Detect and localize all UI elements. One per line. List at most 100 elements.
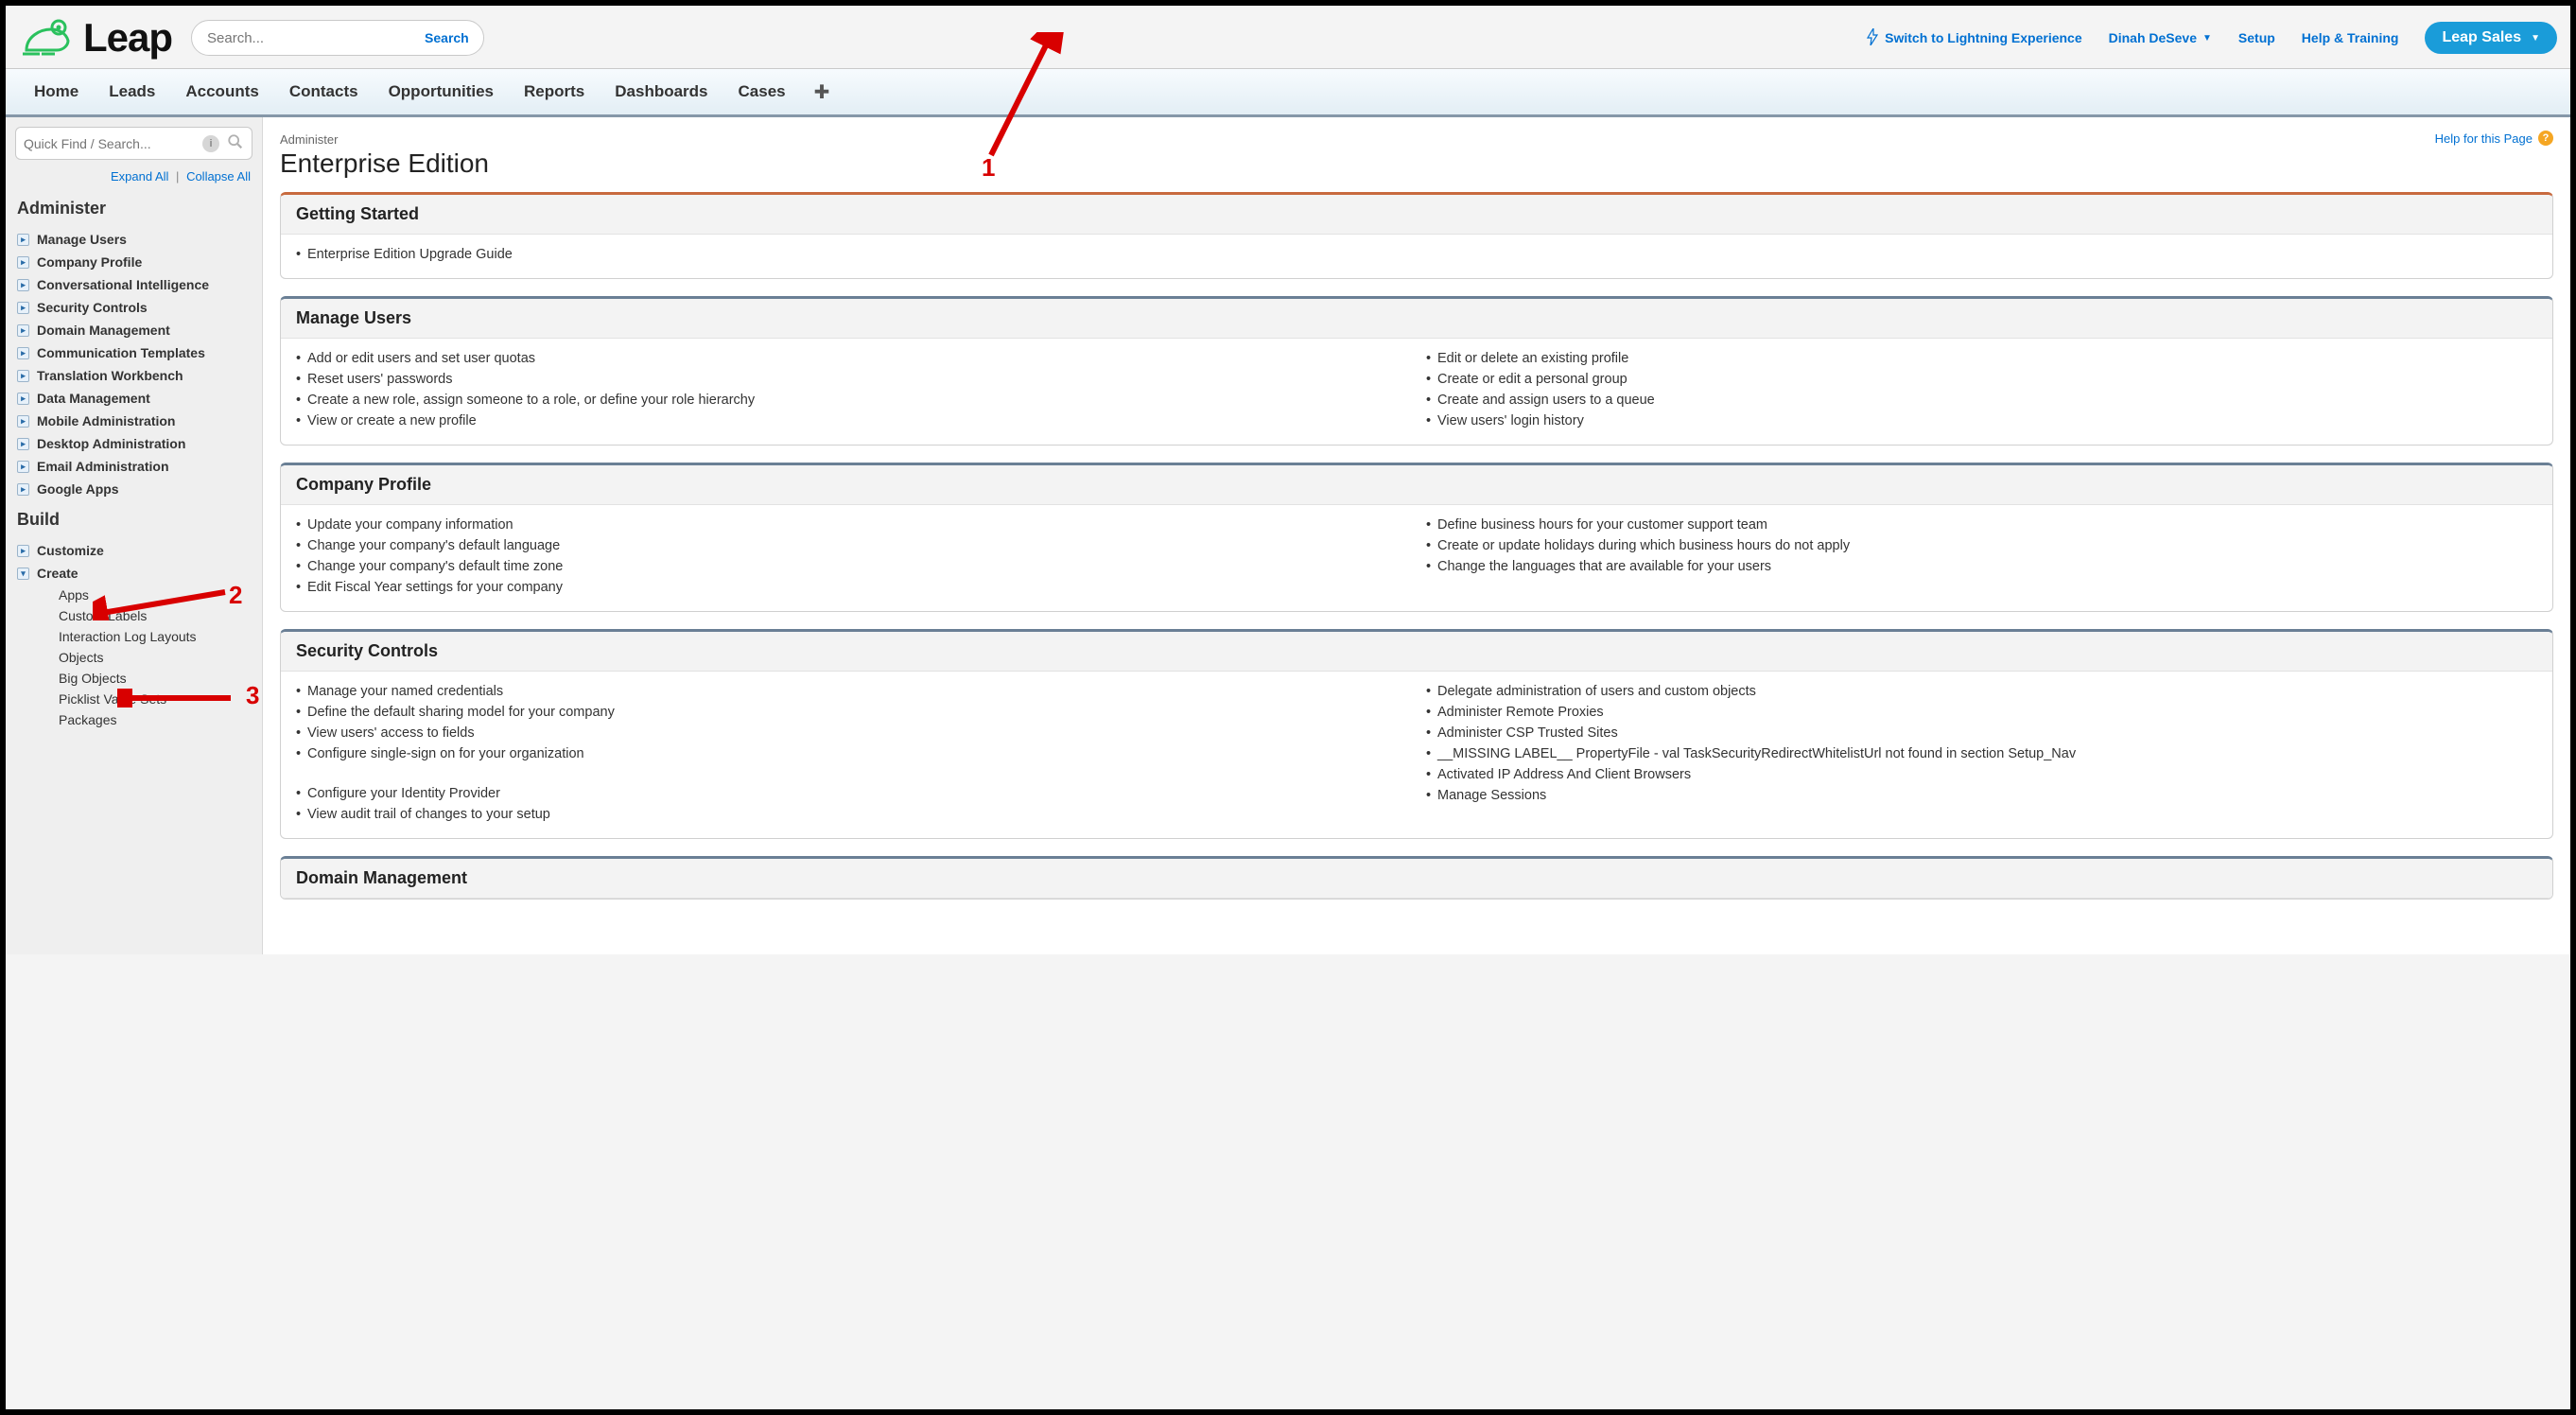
tab-contacts[interactable]: Contacts [274, 69, 374, 114]
sidebar-item-communication-templates[interactable]: Communication Templates [15, 341, 252, 364]
list-item[interactable]: Edit or delete an existing profile [1426, 348, 2537, 369]
list-item[interactable]: Manage Sessions [1426, 785, 2537, 806]
search-button[interactable]: Search [415, 25, 479, 51]
quick-find-input[interactable] [24, 136, 195, 151]
sidebar-sub-objects[interactable]: Objects [15, 647, 252, 668]
logo: Leap [19, 15, 172, 61]
sidebar-item-security-controls[interactable]: Security Controls [15, 296, 252, 319]
expand-icon [17, 461, 29, 473]
main-content: Help for this Page ? Administer Enterpri… [263, 117, 2570, 954]
sidebar-item-create[interactable]: Create [15, 562, 252, 585]
expand-icon [17, 393, 29, 405]
help-for-page-link[interactable]: Help for this Page ? [2435, 131, 2553, 146]
list-item[interactable]: Update your company information [296, 515, 1407, 535]
sidebar-item-translation-workbench[interactable]: Translation Workbench [15, 364, 252, 387]
list-item[interactable]: Configure single-sign on for your organi… [296, 743, 1407, 764]
sidebar-item-domain-management[interactable]: Domain Management [15, 319, 252, 341]
list-item[interactable]: Add or edit users and set user quotas [296, 348, 1407, 369]
sidebar-sub-custom-labels[interactable]: Custom Labels [15, 605, 252, 626]
tab-reports[interactable]: Reports [509, 69, 600, 114]
sidebar-sub-big-objects[interactable]: Big Objects [15, 668, 252, 689]
info-icon: i [202, 135, 219, 152]
expand-icon [17, 370, 29, 382]
help-training-link[interactable]: Help & Training [2302, 30, 2399, 45]
list-item[interactable]: Change your company's default language [296, 535, 1407, 556]
tab-home[interactable]: Home [19, 69, 94, 114]
tab-dashboards[interactable]: Dashboards [600, 69, 722, 114]
setup-link[interactable]: Setup [2238, 30, 2275, 45]
lightning-icon [1866, 28, 1879, 48]
sidebar-item-google-apps[interactable]: Google Apps [15, 478, 252, 500]
card-head: Domain Management [281, 859, 2552, 899]
card-head: Getting Started [281, 195, 2552, 235]
card-head: Security Controls [281, 632, 2552, 672]
annotation-1: 1 [982, 153, 995, 183]
list-item[interactable]: Change your company's default time zone [296, 556, 1407, 577]
list-item[interactable]: Change the languages that are available … [1426, 556, 2537, 577]
sidebar-item-email-administration[interactable]: Email Administration [15, 455, 252, 478]
expand-icon [17, 279, 29, 291]
chevron-down-icon: ▼ [2202, 33, 2212, 44]
sidebar-sub-picklist-value-sets[interactable]: Picklist Value Sets [15, 689, 252, 709]
list-item[interactable]: Create or update holidays during which b… [1426, 535, 2537, 556]
tab-add[interactable]: ✚ [801, 80, 844, 104]
tab-cases[interactable]: Cases [723, 69, 801, 114]
list-item[interactable]: Reset users' passwords [296, 369, 1407, 390]
list-item[interactable]: View audit trail of changes to your setu… [296, 804, 1407, 825]
sidebar-item-customize[interactable]: Customize [15, 539, 252, 562]
sidebar-item-manage-users[interactable]: Manage Users [15, 228, 252, 251]
card-company-profile: Company Profile Update your company info… [280, 463, 2553, 612]
list-item[interactable]: View users' login history [1426, 411, 2537, 431]
frog-icon [19, 16, 76, 60]
expand-all-link[interactable]: Expand All [111, 169, 168, 183]
help-label: Help & Training [2302, 30, 2399, 45]
expand-icon [17, 545, 29, 557]
collapse-all-link[interactable]: Collapse All [186, 169, 251, 183]
global-search[interactable]: Search [191, 20, 484, 56]
sidebar-sub-apps[interactable]: Apps [15, 585, 252, 605]
top-links: Switch to Lightning Experience Dinah DeS… [1866, 22, 2557, 54]
expand-icon [17, 324, 29, 337]
sidebar-item-desktop-administration[interactable]: Desktop Administration [15, 432, 252, 455]
list-item[interactable]: Create or edit a personal group [1426, 369, 2537, 390]
list-item[interactable]: Create a new role, assign someone to a r… [296, 390, 1407, 411]
search-icon[interactable] [227, 133, 244, 153]
quick-find[interactable]: i [15, 127, 252, 160]
expand-icon [17, 483, 29, 496]
list-item[interactable]: Administer Remote Proxies [1426, 702, 2537, 723]
link-upgrade-guide[interactable]: Enterprise Edition Upgrade Guide [296, 244, 2537, 265]
list-item[interactable]: Create and assign users to a queue [1426, 390, 2537, 411]
app-switcher[interactable]: Leap Sales ▼ [2425, 22, 2557, 54]
search-input[interactable] [207, 30, 415, 46]
switch-to-lightning-link[interactable]: Switch to Lightning Experience [1866, 28, 2081, 48]
sidebar-item-mobile-administration[interactable]: Mobile Administration [15, 410, 252, 432]
list-item[interactable]: View users' access to fields [296, 723, 1407, 743]
logo-text: Leap [83, 15, 172, 61]
list-item[interactable]: Configure your Identity Provider [296, 783, 1407, 804]
sidebar-item-company-profile[interactable]: Company Profile [15, 251, 252, 273]
card-manage-users: Manage Users Add or edit users and set u… [280, 296, 2553, 445]
expand-icon [17, 415, 29, 428]
list-item[interactable]: Delegate administration of users and cus… [1426, 681, 2537, 702]
list-item[interactable]: Define the default sharing model for you… [296, 702, 1407, 723]
app-name: Leap Sales [2442, 29, 2521, 46]
list-item[interactable]: Define business hours for your customer … [1426, 515, 2537, 535]
annotation-3: 3 [246, 681, 259, 710]
list-item[interactable]: __MISSING LABEL__ PropertyFile - val Tas… [1426, 743, 2537, 764]
sidebar-item-conversational-intelligence[interactable]: Conversational Intelligence [15, 273, 252, 296]
help-icon: ? [2538, 131, 2553, 146]
tab-accounts[interactable]: Accounts [170, 69, 273, 114]
tab-leads[interactable]: Leads [94, 69, 170, 114]
tab-opportunities[interactable]: Opportunities [374, 69, 509, 114]
list-item[interactable]: Manage your named credentials [296, 681, 1407, 702]
sidebar-item-data-management[interactable]: Data Management [15, 387, 252, 410]
sidebar-sub-packages[interactable]: Packages [15, 709, 252, 730]
list-item[interactable]: View or create a new profile [296, 411, 1407, 431]
sidebar-administer-heading: Administer [17, 199, 252, 218]
expand-collapse-links: Expand All | Collapse All [15, 169, 251, 183]
list-item[interactable]: Edit Fiscal Year settings for your compa… [296, 577, 1407, 598]
list-item[interactable]: Administer CSP Trusted Sites [1426, 723, 2537, 743]
sidebar-sub-interaction-log-layouts[interactable]: Interaction Log Layouts [15, 626, 252, 647]
list-item[interactable]: Activated IP Address And Client Browsers [1426, 764, 2537, 785]
user-menu[interactable]: Dinah DeSeve ▼ [2109, 30, 2212, 45]
